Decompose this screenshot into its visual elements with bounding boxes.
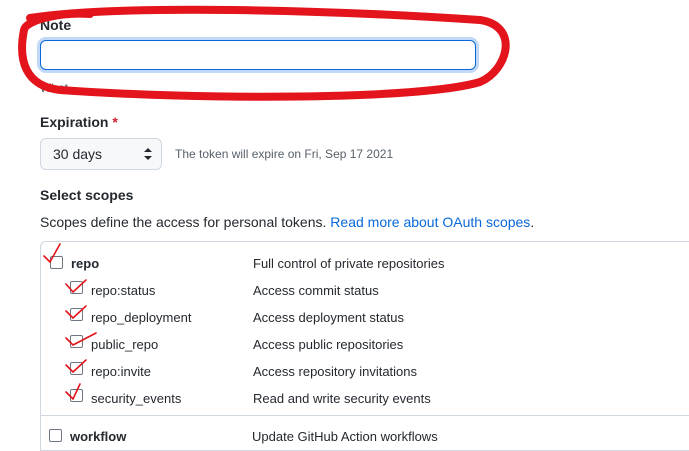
checkbox-repo[interactable] xyxy=(50,256,63,269)
oauth-scopes-link[interactable]: Read more about OAuth scopes xyxy=(330,214,530,230)
scope-list: repo Full control of private repositorie… xyxy=(40,241,689,451)
scope-row-repo-status: repo:status Access commit status xyxy=(41,279,689,305)
scope-desc: Access public repositories xyxy=(253,337,404,352)
scope-desc: Access repository invitations xyxy=(253,364,418,379)
scope-row-workflow: workflow Update GitHub Action workflows xyxy=(40,425,689,451)
expiration-label: Expiration * xyxy=(40,114,118,130)
expiration-select-value: 30 days xyxy=(53,146,103,162)
scope-row-repo-deployment: repo_deployment Access deployment status xyxy=(41,306,689,332)
expiration-label-text: Expiration xyxy=(40,114,109,130)
scope-divider xyxy=(40,415,689,416)
scope-row-repo: repo Full control of private repositorie… xyxy=(41,252,689,278)
scope-desc: Read and write security events xyxy=(253,391,431,406)
scopes-description-text: Scopes define the access for personal to… xyxy=(40,214,327,230)
scopes-description-suffix: . xyxy=(530,214,535,230)
scope-desc: Access commit status xyxy=(253,283,379,298)
scope-row-public-repo: public_repo Access public repositories xyxy=(41,333,689,359)
scope-name: repo xyxy=(71,256,100,271)
checkbox-public-repo[interactable] xyxy=(70,335,83,348)
scopes-heading: Select scopes xyxy=(40,187,134,203)
scope-name: repo_deployment xyxy=(91,310,192,325)
scope-row-repo-invite: repo:invite Access repository invitation… xyxy=(41,360,689,386)
scope-name: repo:status xyxy=(91,283,156,298)
checkbox-repo-status[interactable] xyxy=(70,281,83,294)
scope-name: workflow xyxy=(70,429,127,444)
checkbox-security-events[interactable] xyxy=(70,389,83,402)
select-caret-icon xyxy=(144,148,152,160)
expiration-note: The token will expire on Fri, Sep 17 202… xyxy=(175,147,394,161)
checkbox-repo-invite[interactable] xyxy=(70,362,83,375)
scope-name: security_events xyxy=(91,391,182,406)
note-hint: What xyxy=(40,81,69,95)
checkbox-repo-deployment[interactable] xyxy=(70,308,83,321)
scopes-description: Scopes define the access for personal to… xyxy=(40,214,534,230)
scope-desc: Full control of private repositories xyxy=(253,256,445,271)
note-input[interactable] xyxy=(40,40,476,70)
note-label: Note xyxy=(40,17,72,33)
scope-desc: Access deployment status xyxy=(253,310,405,325)
scope-name: public_repo xyxy=(91,337,159,352)
expiration-select[interactable]: 30 days xyxy=(40,138,162,170)
scope-desc: Update GitHub Action workflows xyxy=(252,429,438,444)
scope-name: repo:invite xyxy=(91,364,151,379)
required-mark: * xyxy=(112,114,118,130)
scope-row-security-events: security_events Read and write security … xyxy=(41,387,689,413)
